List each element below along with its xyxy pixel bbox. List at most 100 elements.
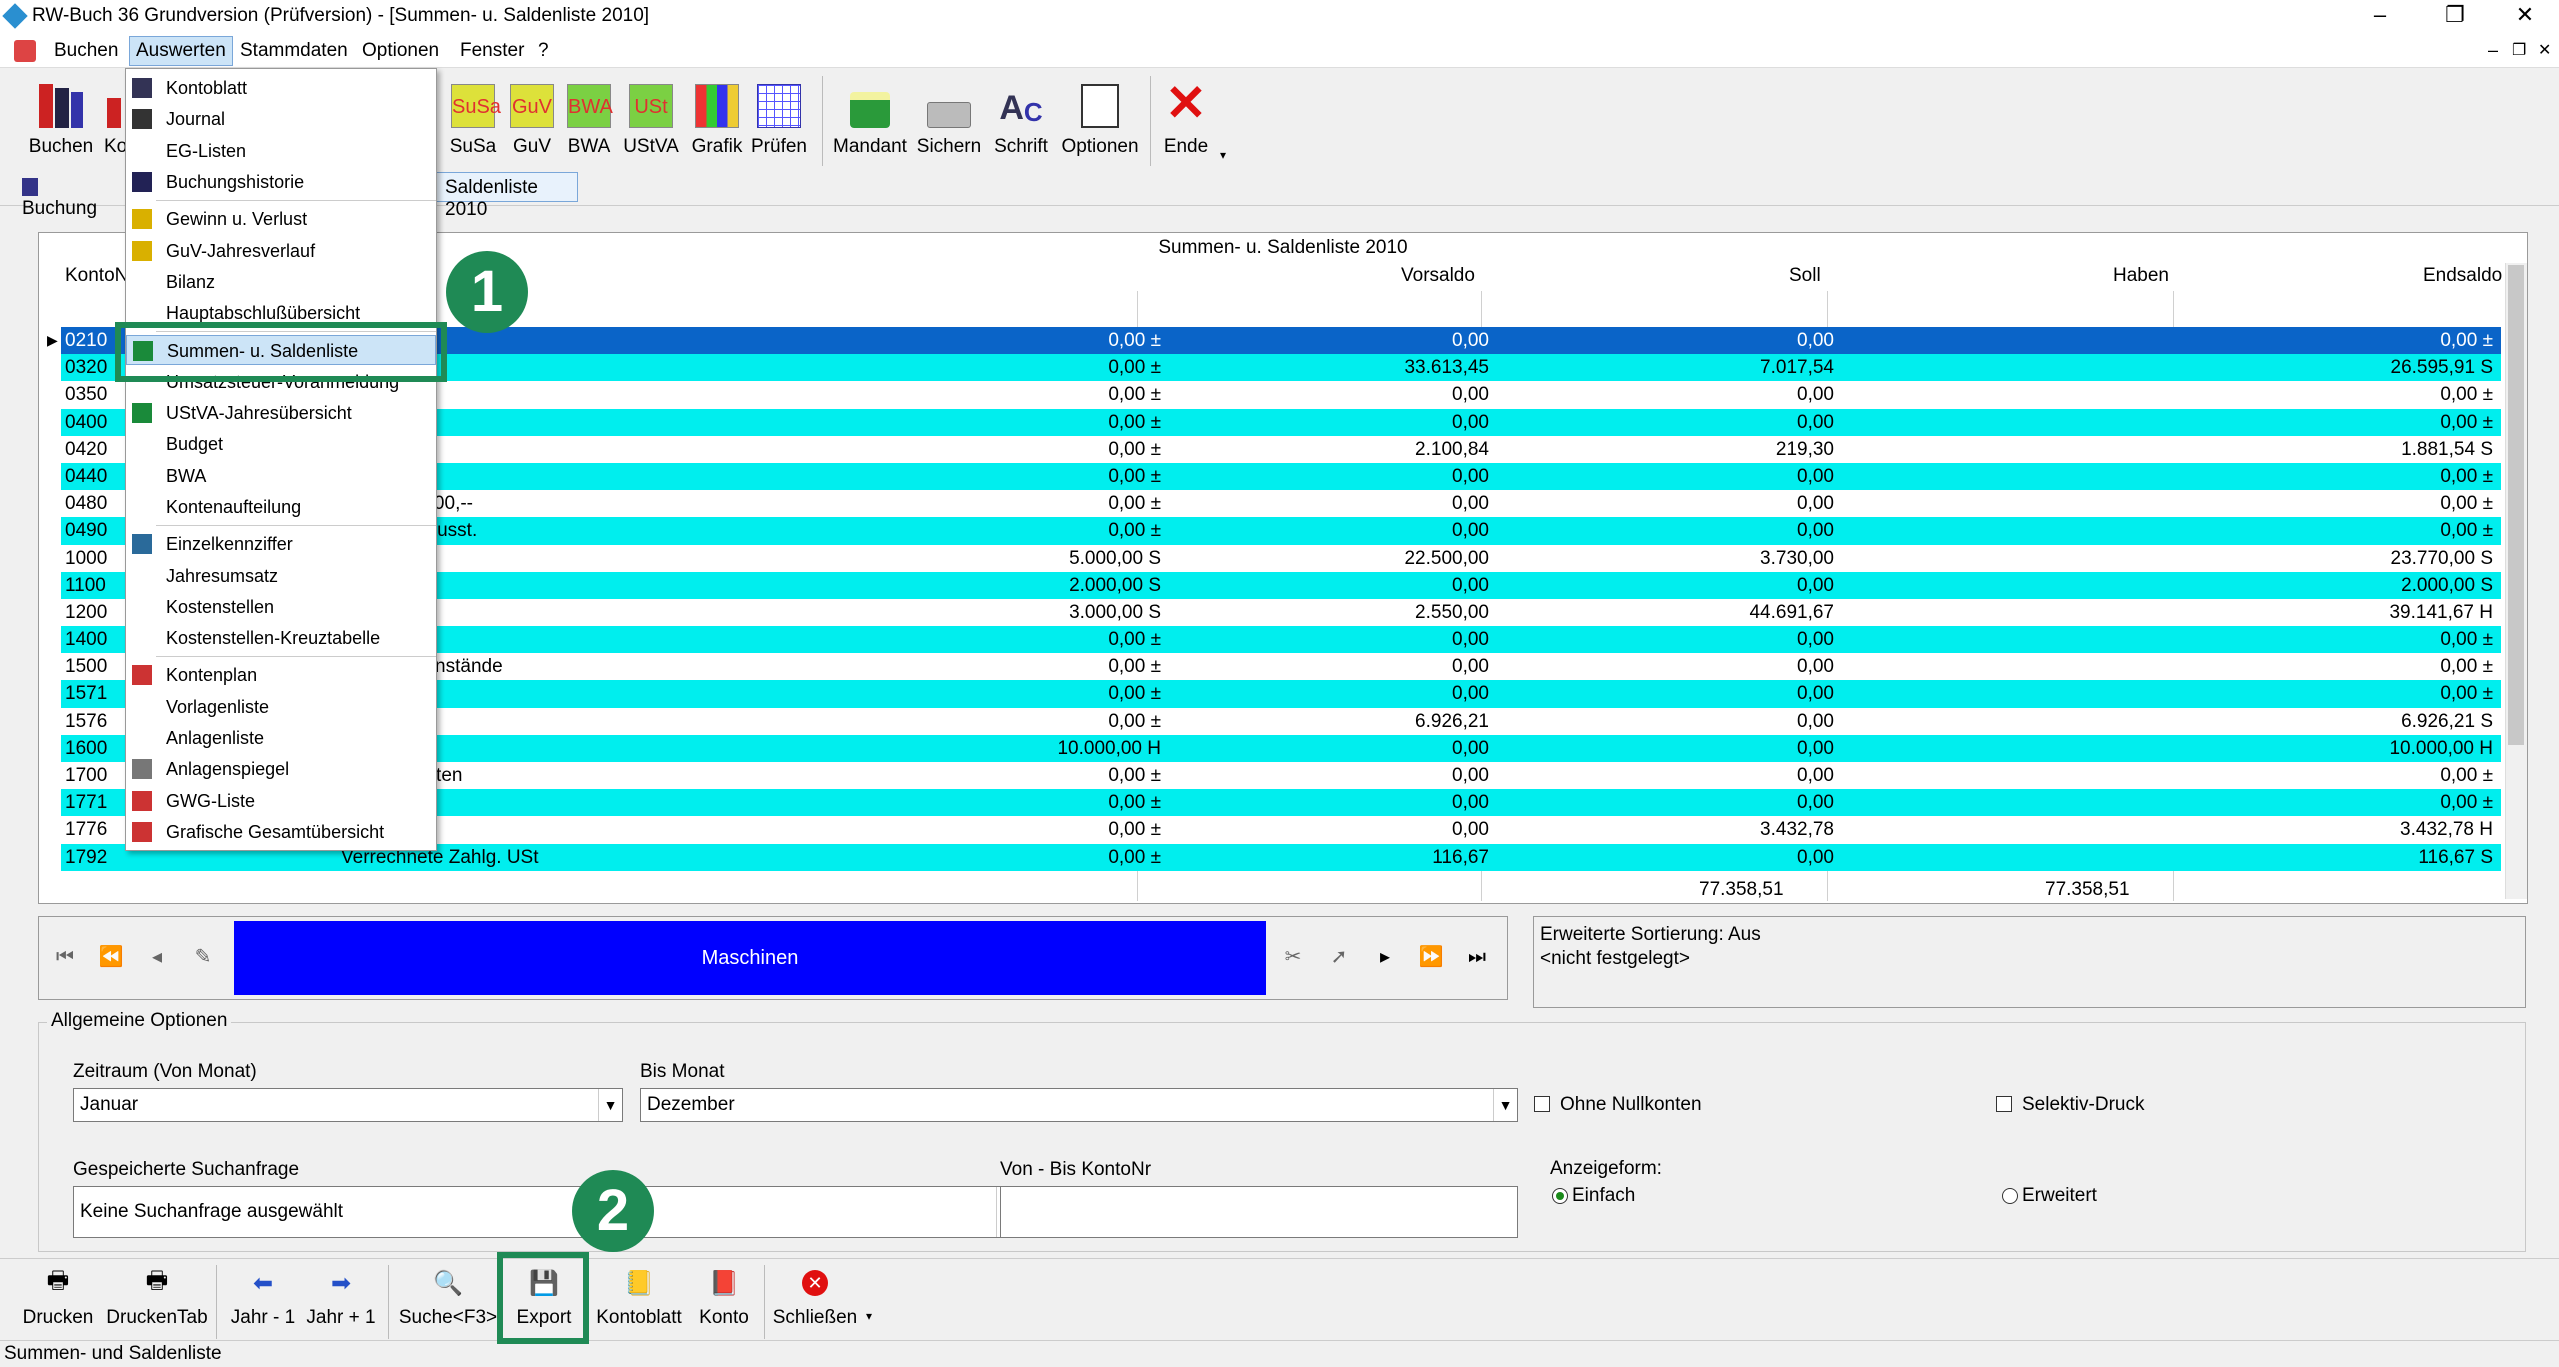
nav-first-icon[interactable]: ⏮ — [43, 931, 87, 983]
menu-item-guv-jahresverlauf[interactable]: GuV-Jahresverlauf — [126, 236, 436, 266]
von-monat-select[interactable]: Januar ▼ — [73, 1088, 623, 1122]
einfach-label[interactable]: Einfach — [1572, 1185, 1635, 1207]
close-button[interactable]: ✕ — [2495, 2, 2555, 28]
step-badge-2: 2 — [572, 1170, 654, 1252]
mdi-restore-icon[interactable]: ❐ — [2512, 40, 2526, 60]
erweitert-label[interactable]: Erweitert — [2022, 1185, 2097, 1207]
maximize-button[interactable]: ❐ — [2425, 2, 2485, 28]
tab-saldenliste[interactable]: Saldenliste 2010 — [436, 172, 578, 220]
nav-post-icon[interactable]: ➚ — [1317, 931, 1361, 983]
menu-item-jahresumsatz[interactable]: Jahresumsatz — [126, 561, 436, 591]
cell-endsaldo: 0,00 ± — [2440, 520, 2493, 542]
menu-auswerten[interactable]: Auswerten — [129, 36, 233, 66]
toolbar-ustva-button[interactable]: USt UStVA — [620, 78, 682, 158]
header-vorsaldo[interactable]: Vorsaldo — [1401, 265, 1475, 287]
jahr-plus-button[interactable]: ➡ Jahr + 1 — [302, 1267, 380, 1329]
einfach-radio[interactable] — [1552, 1188, 1568, 1204]
nav-last-icon[interactable]: ⏭ — [1455, 931, 1499, 983]
chevron-down-icon[interactable]: ▼ — [598, 1089, 622, 1121]
toolbar-optionen-button[interactable]: Optionen — [1058, 78, 1142, 158]
menu-item-journal[interactable]: Journal — [126, 104, 436, 134]
cell-haben: 0,00 — [1797, 574, 1834, 596]
header-haben[interactable]: Haben — [2113, 265, 2169, 287]
toolbar-separator — [216, 1265, 217, 1339]
bottom-overflow-icon[interactable]: ▾ — [866, 1309, 872, 1323]
toolbar-sichern-button[interactable]: Sichern — [915, 78, 983, 158]
menu-item-ustva-jahresübersicht[interactable]: UStVA-Jahresübersicht — [126, 398, 436, 428]
kontonr-input[interactable] — [1000, 1186, 1518, 1238]
toolbar-overflow-icon[interactable]: ▾ — [1220, 148, 1226, 162]
nav-edit-icon[interactable]: ✎ — [181, 931, 225, 983]
selektiv-druck-checkbox[interactable] — [1996, 1096, 2012, 1112]
toolbar-mandant-button[interactable]: Mandant — [832, 78, 908, 158]
cell-konto: 0350 — [65, 384, 108, 406]
nav-next-page-icon[interactable]: ⏩ — [1409, 931, 1453, 983]
record-navigator: ⏮ ⏪ ◂ ✎ Maschinen ✂ ➚ ▸ ⏩ ⏭ — [38, 916, 1508, 1000]
schliessen-button[interactable]: ✕ Schließen — [772, 1267, 858, 1329]
menu-item-kontoblatt[interactable]: Kontoblatt — [126, 73, 436, 103]
druckentab-button[interactable]: 🖶 DruckenTab — [104, 1267, 210, 1329]
kontoblatt-button[interactable]: 📒 Kontoblatt — [592, 1267, 686, 1329]
suchanfrage-select[interactable]: Keine Suchanfrage ausgewählt▼ — [73, 1186, 1021, 1238]
toolbar-guv-button[interactable]: GuV GuV — [506, 78, 558, 158]
toolbar-pruefen-button[interactable]: Prüfen — [748, 78, 810, 158]
menu-item-grafische-gesamtübersicht[interactable]: Grafische Gesamtübersicht — [126, 817, 436, 847]
von-monat-value: Januar — [80, 1094, 139, 1115]
menu-buchen[interactable]: Buchen — [54, 40, 118, 62]
nav-prev-page-icon[interactable]: ⏪ — [89, 931, 133, 983]
menu-item-budget[interactable]: Budget — [126, 429, 436, 459]
jahr-minus-button[interactable]: ⬅ Jahr - 1 — [226, 1267, 300, 1329]
toolbar-schrift-button[interactable]: AC Schrift — [990, 78, 1052, 158]
toolbar-susa-button[interactable]: SuSa SuSa — [447, 78, 501, 158]
menu-item-kostenstellen[interactable]: Kostenstellen — [126, 592, 436, 622]
menu-optionen[interactable]: Optionen — [362, 40, 439, 62]
menu-item-kontenaufteilung[interactable]: Kontenaufteilung — [126, 492, 436, 522]
mdi-minimize-icon[interactable]: – — [2488, 40, 2498, 61]
menu-help[interactable]: ? — [538, 40, 549, 62]
menu-item-gewinn-u-verlust[interactable]: Gewinn u. Verlust — [126, 204, 436, 234]
vertical-scrollbar[interactable] — [2505, 263, 2527, 899]
nav-next-icon[interactable]: ▸ — [1363, 931, 1407, 983]
menu-item-anlagenliste[interactable]: Anlagenliste — [126, 723, 436, 753]
header-soll[interactable]: Soll — [1789, 265, 1821, 287]
menu-item-bilanz[interactable]: Bilanz — [126, 267, 436, 297]
minimize-button[interactable]: – — [2350, 2, 2410, 28]
nav-prev-icon[interactable]: ◂ — [135, 931, 179, 983]
toolbar-ende-button[interactable]: ✕ Ende — [1158, 78, 1214, 158]
header-endsaldo[interactable]: Endsaldo — [2423, 265, 2502, 287]
ohne-nullkonten-label[interactable]: Ohne Nullkonten — [1560, 1094, 1702, 1116]
menu-item-einzelkennziffer[interactable]: Einzelkennziffer — [126, 529, 436, 559]
menu-item-buchungshistorie[interactable]: Buchungshistorie — [126, 167, 436, 197]
bis-monat-select[interactable]: Dezember ▼ — [640, 1088, 1518, 1122]
menu-item-gwg-liste[interactable]: GWG-Liste — [126, 786, 436, 816]
cell-soll: 2.100,84 — [1415, 438, 1489, 460]
drucken-button[interactable]: 🖶 Drucken — [18, 1267, 98, 1329]
menu-stammdaten[interactable]: Stammdaten — [240, 40, 348, 62]
cell-endsaldo: 6.926,21 S — [2401, 710, 2493, 732]
menu-item-kostenstellen-kreuztabelle[interactable]: Kostenstellen-Kreuztabelle — [126, 623, 436, 653]
suche-button[interactable]: 🔍 Suche<F3> — [398, 1267, 498, 1329]
konto-button[interactable]: 📕 Konto — [692, 1267, 756, 1329]
ohne-nullkonten-checkbox[interactable] — [1534, 1096, 1550, 1112]
menu-fenster[interactable]: Fenster — [460, 40, 524, 62]
menu-item-anlagenspiegel[interactable]: Anlagenspiegel — [126, 754, 436, 784]
toolbar-buchen-button[interactable]: Buchen — [26, 78, 96, 158]
toolbar-bwa-button[interactable]: BWA BWA — [563, 78, 615, 158]
toolbar-grafik-button[interactable]: Grafik — [688, 78, 746, 158]
sort-status: Erweiterte Sortierung: Aus — [1540, 924, 1761, 945]
menu-item-label: Gewinn u. Verlust — [166, 209, 308, 230]
menu-item-vorlagenliste[interactable]: Vorlagenliste — [126, 692, 436, 722]
menu-item-eg-listen[interactable]: EG-Listen — [126, 136, 436, 166]
selektiv-druck-label[interactable]: Selektiv-Druck — [2022, 1094, 2144, 1116]
chevron-down-icon[interactable]: ▼ — [1493, 1089, 1517, 1121]
header-konto[interactable]: KontoN — [65, 265, 128, 287]
mdi-close-icon[interactable]: ✕ — [2538, 40, 2551, 60]
erweitert-radio[interactable] — [2002, 1188, 2018, 1204]
tab-buchung[interactable]: Buchung — [14, 172, 126, 219]
cell-konto: 1771 — [65, 792, 108, 814]
nav-cancel-icon[interactable]: ✂ — [1271, 931, 1315, 983]
current-record[interactable]: Maschinen — [234, 921, 1266, 995]
menu-item-kontenplan[interactable]: Kontenplan — [126, 660, 436, 690]
menu-item-bwa[interactable]: BWA — [126, 461, 436, 491]
toolbar-konto-button[interactable]: Ko — [104, 78, 127, 158]
